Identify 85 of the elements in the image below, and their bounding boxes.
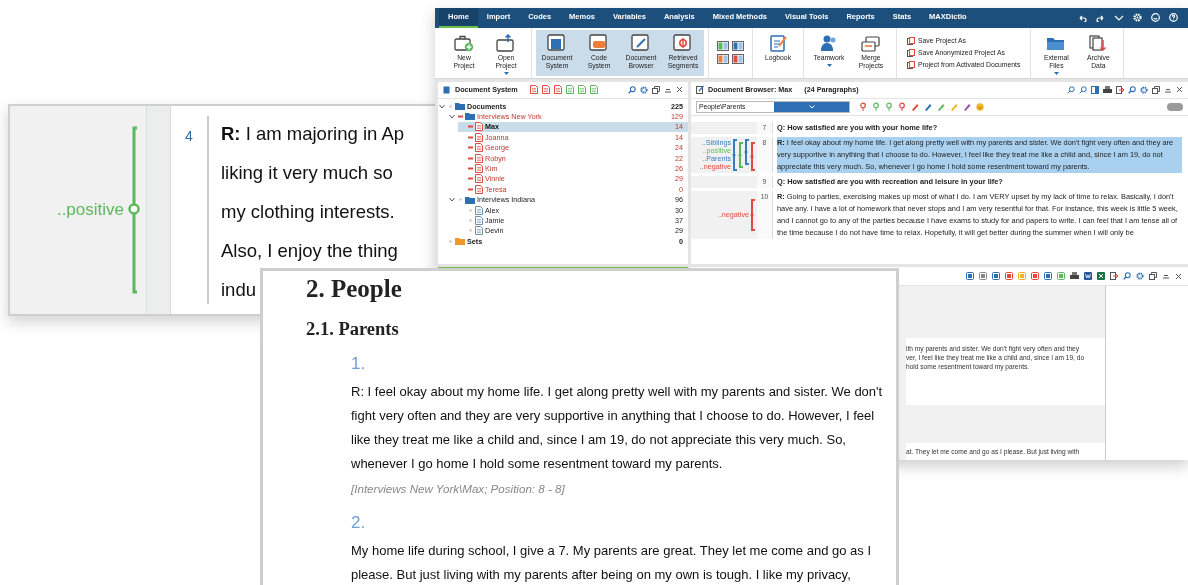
word-file-icon[interactable] xyxy=(1084,272,1092,280)
briefcase-plus-icon xyxy=(454,33,474,52)
folder-icon xyxy=(465,195,475,204)
panel-split-icon[interactable] xyxy=(1091,85,1099,94)
search-icon[interactable] xyxy=(1123,272,1131,280)
set-folder-icon xyxy=(455,237,465,246)
panel-icon xyxy=(589,33,609,52)
activation-dash-icon[interactable] xyxy=(468,166,473,170)
segment-text: R: I feel okay about my home life. I get along pretty well with my parents and sister. We don't fight very often and they are very supportive in anything that I choose to do. However, I feel like they treat me like a child and, since I am 19, do not appreciate this very much. So, whenever I go home I hold some resentment toward my parents. xyxy=(351,383,884,473)
code-margin xyxy=(691,121,757,134)
dot-icon[interactable] xyxy=(468,218,473,222)
close-icon[interactable] xyxy=(1176,86,1183,94)
help-icon[interactable] xyxy=(1169,13,1178,23)
window-restore-icon[interactable] xyxy=(652,85,660,94)
dot-icon[interactable] xyxy=(448,239,453,243)
export-icon[interactable] xyxy=(1116,85,1124,94)
toolbar-icon[interactable] xyxy=(1005,272,1013,280)
paragraph-text-line: R: I am majoring in Ap xyxy=(221,122,405,146)
code-pin-icon[interactable] xyxy=(898,102,906,112)
segment-text: My home life during school, I give a 7. My parents are great. They let me come and go as I please. But just living with my parents after being on my own is tough. I like my privacy, xyxy=(351,542,873,584)
segment-source: [Interviews New York\Max; Position: 8 - 8] xyxy=(351,482,566,495)
window-restore-icon[interactable] xyxy=(1152,85,1160,94)
panel-icon xyxy=(547,33,567,52)
notebook-icon xyxy=(768,33,788,52)
dot-icon[interactable] xyxy=(458,198,463,202)
layout-grid-icon[interactable] xyxy=(717,54,729,65)
excel-file-icon[interactable] xyxy=(1097,272,1105,280)
toolbar-icon[interactable] xyxy=(966,272,974,280)
paragraph-text-line: indu xyxy=(221,278,256,302)
settings-icon[interactable] xyxy=(1136,272,1144,280)
dot-icon[interactable] xyxy=(448,104,453,108)
paragraph-text-line: liking it very much so xyxy=(221,161,393,185)
paragraph-text-line: Also, I enjoy the thing xyxy=(221,239,398,263)
toolbar-icon[interactable] xyxy=(979,272,987,280)
code-label: ..positive xyxy=(56,200,124,220)
layout-grid-icon[interactable] xyxy=(732,41,744,52)
layout-grid-icon[interactable] xyxy=(717,41,729,52)
document-icon[interactable] xyxy=(541,85,550,95)
printer-icon[interactable] xyxy=(1103,85,1112,94)
segment-number: 1. xyxy=(351,354,367,374)
activation-dash-icon[interactable] xyxy=(468,177,473,181)
minimize-icon[interactable] xyxy=(1162,272,1170,280)
toolbar-icon[interactable] xyxy=(992,272,1000,280)
paragraph-text-line: my clothing interests. xyxy=(221,200,395,224)
briefcase-arrow-icon xyxy=(496,33,516,52)
section-heading: 2. People xyxy=(306,275,403,303)
activation-dash-icon[interactable] xyxy=(468,135,473,139)
subsection-heading: 2.1. Parents xyxy=(306,319,400,340)
activation-dash-icon[interactable] xyxy=(468,125,473,129)
code-margin xyxy=(691,175,757,188)
zoom-in-icon[interactable] xyxy=(1067,85,1075,94)
activation-dash-icon[interactable] xyxy=(468,187,473,191)
briefcase-stack-icon xyxy=(861,33,881,52)
code-bracket-icon xyxy=(126,125,142,295)
panel-icon xyxy=(673,33,693,52)
toolbar-icon[interactable] xyxy=(1031,272,1039,280)
smiley-icon[interactable] xyxy=(1151,13,1160,23)
activation-dash-icon[interactable] xyxy=(468,156,473,160)
settings-icon[interactable] xyxy=(640,85,648,94)
close-icon[interactable] xyxy=(1175,272,1182,280)
segment-number: 2. xyxy=(351,513,367,533)
zoom-out-icon[interactable] xyxy=(1079,85,1087,94)
undo-icon[interactable] xyxy=(1078,13,1087,22)
dot-icon[interactable] xyxy=(468,229,473,233)
document-pencil-icon xyxy=(696,85,704,95)
edit-mode-toggle[interactable] xyxy=(1167,102,1183,111)
printer-icon[interactable] xyxy=(1070,272,1079,280)
close-icon[interactable] xyxy=(676,86,683,94)
toolbar-icon[interactable] xyxy=(1044,272,1052,280)
code-pin-icon[interactable] xyxy=(859,102,867,112)
document-icon[interactable] xyxy=(529,85,538,95)
chevron-down-icon[interactable] xyxy=(449,197,455,203)
redo-icon[interactable] xyxy=(1096,13,1105,22)
archive-arrow-icon xyxy=(1088,33,1109,52)
panel-pencil-icon xyxy=(631,33,651,52)
dot-icon[interactable] xyxy=(468,208,473,212)
activation-dash-icon[interactable] xyxy=(468,146,473,150)
export-icon[interactable] xyxy=(1110,272,1118,280)
layout-grid-icon[interactable] xyxy=(732,54,744,65)
window-restore-icon[interactable] xyxy=(1149,272,1157,280)
search-icon[interactable] xyxy=(628,85,636,94)
settings-icon[interactable] xyxy=(1140,85,1148,94)
chevron-down-icon[interactable] xyxy=(1114,13,1124,22)
document-icon[interactable] xyxy=(553,85,562,95)
search-icon[interactable] xyxy=(1128,85,1136,94)
